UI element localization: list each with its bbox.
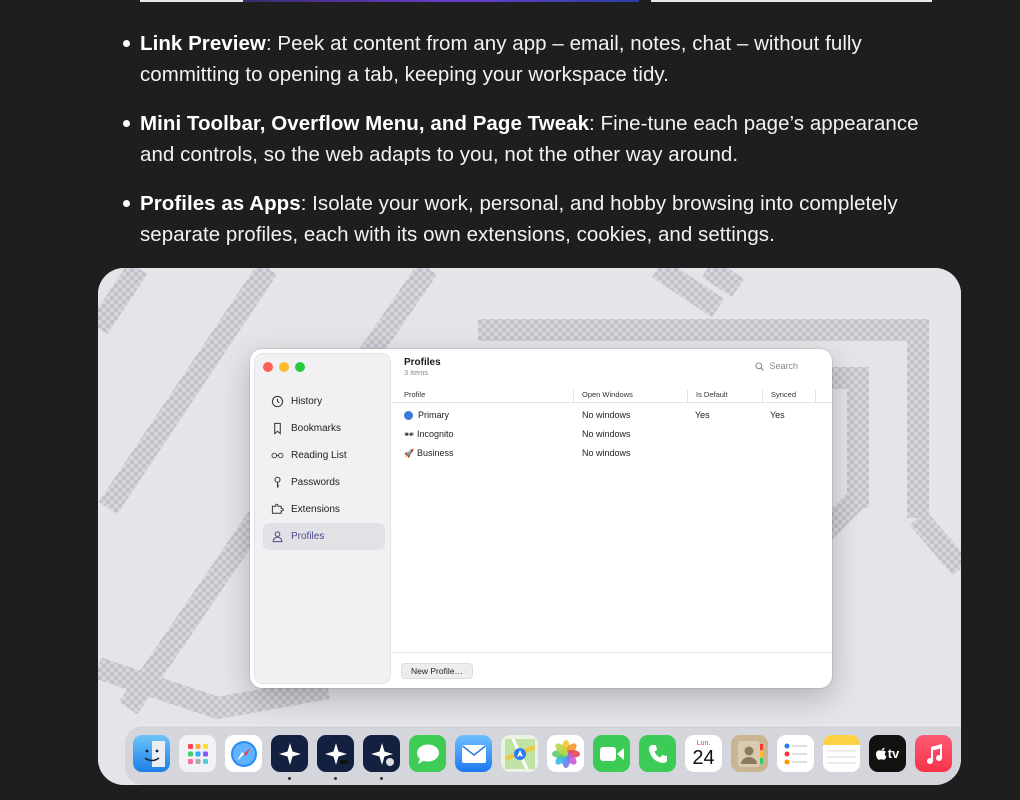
sidebar-item-extensions[interactable]: Extensions [263,496,385,523]
running-indicator [288,777,291,780]
close-button[interactable] [263,362,273,372]
puzzle-icon [271,503,284,516]
is-default-value: Yes [695,410,710,420]
music-icon[interactable] [915,735,952,772]
profiles-window: History Bookmarks Reading List Passwords… [250,349,832,688]
page-title: Profiles [404,357,441,368]
photos-icon[interactable] [547,735,584,772]
open-windows-value: No windows [582,429,631,439]
traffic-lights [263,362,305,372]
window-footer: New Profile… [391,652,832,688]
column-header-synced[interactable]: Synced [763,390,816,402]
open-windows-value: No windows [582,410,631,420]
profile-name: Primary [418,410,449,420]
open-windows-value: No windows [582,448,631,458]
column-header-profile[interactable]: Profile [396,390,574,402]
rocket-icon: 🚀 [404,448,414,458]
bookmark-icon [271,422,284,435]
sidebar-item-label: Profiles [291,531,325,542]
sidebar-item-history[interactable]: History [263,388,385,415]
main-pane: Profiles 3 items Search Profile Open Win… [391,349,832,688]
tv-icon[interactable]: tv [869,735,906,772]
new-profile-button[interactable]: New Profile… [401,663,473,679]
phone-icon[interactable] [639,735,676,772]
feature-list: Link Preview: Peek at content from any a… [123,28,940,268]
sunglasses-icon: 🕶 [404,429,415,439]
calendar-day: 24 [692,746,715,769]
glasses-icon [271,449,284,462]
column-header-open-windows[interactable]: Open Windows [574,390,688,402]
search-icon [755,361,765,371]
running-indicator [380,777,383,780]
person-icon [271,530,284,543]
primary-profile-icon [404,410,413,420]
sidebar-item-label: Extensions [291,504,340,515]
sidebar-item-label: History [291,396,323,407]
safari-icon[interactable] [225,735,262,772]
zoom-button[interactable] [295,362,305,372]
messages-icon[interactable] [409,735,446,772]
browser-business-icon[interactable] [363,735,400,772]
sidebar-item-reading-list[interactable]: Reading List [263,442,385,469]
profile-name: Business [417,448,454,458]
calendar-icon[interactable]: Lun. 24 [685,735,722,772]
feature-title: Mini Toolbar, Overflow Menu, and Page Tw… [140,112,590,135]
clock-icon [271,395,284,408]
feature-title: Profiles as Apps [140,192,301,215]
profile-name: Incognito [417,429,454,439]
table-row[interactable]: 🕶 Incognito No windows [391,425,832,444]
finder-icon[interactable] [133,735,170,772]
reminders-icon[interactable] [777,735,814,772]
sidebar-item-label: Reading List [291,450,347,461]
browser-incognito-icon[interactable] [317,735,354,772]
search-placeholder: Search [769,361,798,371]
synced-value: Yes [770,410,785,420]
mail-icon[interactable] [455,735,492,772]
browser-app-icon[interactable] [271,735,308,772]
launchpad-icon[interactable] [179,735,216,772]
minimize-button[interactable] [279,362,289,372]
screenshot-frame: History Bookmarks Reading List Passwords… [98,268,961,785]
tv-label: tv [887,746,900,761]
maps-icon[interactable] [501,735,538,772]
sidebar-item-bookmarks[interactable]: Bookmarks [263,415,385,442]
sidebar-item-label: Passwords [291,477,340,488]
feature-item-mini-toolbar: Mini Toolbar, Overflow Menu, and Page Tw… [123,108,940,170]
sidebar-list: History Bookmarks Reading List Passwords… [263,388,385,550]
key-icon [271,476,284,489]
facetime-icon[interactable] [593,735,630,772]
contacts-icon[interactable] [731,735,768,772]
table-header: Profile Open Windows Is Default Synced [391,387,832,403]
dock: Lun. 24 tv [125,725,961,785]
feature-item-profiles: Profiles as Apps: Isolate your work, per… [123,188,940,250]
item-count: 3 items [404,368,429,377]
notes-icon[interactable] [823,735,860,772]
table-row[interactable]: Primary No windows Yes Yes [391,406,832,425]
table-row[interactable]: 🚀 Business No windows [391,444,832,463]
feature-item-link-preview: Link Preview: Peek at content from any a… [123,28,940,90]
sidebar-item-profiles[interactable]: Profiles [263,523,385,550]
running-indicator [334,777,337,780]
sidebar: History Bookmarks Reading List Passwords… [254,353,391,684]
feature-title: Link Preview [140,32,266,55]
column-header-is-default[interactable]: Is Default [688,390,763,402]
sidebar-item-label: Bookmarks [291,423,342,434]
top-divider [140,0,932,2]
sidebar-item-passwords[interactable]: Passwords [263,469,385,496]
search-field[interactable]: Search [755,361,798,371]
